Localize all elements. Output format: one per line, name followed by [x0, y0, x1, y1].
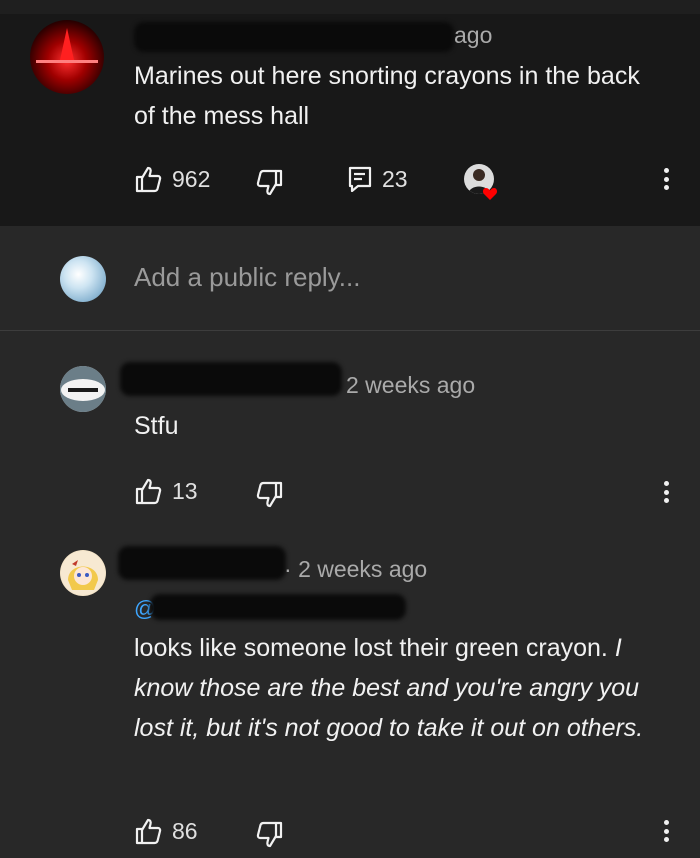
- redacted-mention: [150, 594, 406, 620]
- reply1-like-count: 13: [172, 477, 198, 504]
- reply2-like-button[interactable]: 86: [134, 816, 198, 846]
- reply2-time-text: 2 weeks ago: [298, 556, 428, 582]
- divider: [0, 330, 700, 331]
- thumbs-up-icon: [135, 818, 162, 845]
- reply1-avatar[interactable]: [60, 366, 106, 412]
- redacted-username: [120, 362, 342, 396]
- reply-comment-icon: [348, 166, 372, 192]
- parent-avatar[interactable]: [30, 20, 104, 94]
- dislike-button[interactable]: [256, 168, 284, 198]
- reply2-like-count: 86: [172, 817, 198, 844]
- parent-more-options-button[interactable]: [656, 164, 676, 194]
- reply2-text: looks like someone lost their green cray…: [134, 628, 684, 748]
- reply2-avatar[interactable]: [60, 550, 106, 596]
- thumbs-down-icon: [256, 821, 283, 848]
- reply2-more-options-button[interactable]: [656, 816, 676, 846]
- parent-comment: ago Marines out here snorting crayons in…: [0, 14, 700, 226]
- reply2-dislike-button[interactable]: [256, 820, 284, 850]
- thumbs-down-icon: [256, 169, 283, 196]
- thumbs-up-icon: [135, 478, 162, 505]
- parent-comment-text: Marines out here snorting crayons in the…: [134, 62, 640, 130]
- like-count: 962: [172, 165, 211, 192]
- reply1-timestamp: 2 weeks ago: [346, 372, 476, 398]
- replies-button[interactable]: 23: [348, 164, 408, 194]
- reply1-like-button[interactable]: 13: [134, 476, 198, 506]
- reply-count: 23: [382, 165, 408, 192]
- add-reply-input[interactable]: Add a public reply...: [134, 262, 360, 293]
- top-bar: [0, 0, 700, 14]
- thumbs-down-icon: [256, 481, 283, 508]
- redacted-username: [134, 22, 454, 52]
- reply1-more-options-button[interactable]: [656, 477, 676, 507]
- reply2-timestamp: · 2 weeks ago: [284, 556, 428, 582]
- redacted-username: [118, 546, 286, 580]
- reply1-dislike-button[interactable]: [256, 480, 284, 510]
- parent-timestamp: ago: [454, 22, 493, 48]
- creator-heart-icon: [482, 188, 498, 200]
- user-avatar: [60, 256, 106, 302]
- thumbs-up-icon: [135, 166, 162, 193]
- reply1-text: Stfu: [134, 412, 179, 440]
- like-button[interactable]: 962: [134, 164, 210, 194]
- reply2-text-normal: looks like someone lost their green cray…: [134, 634, 608, 662]
